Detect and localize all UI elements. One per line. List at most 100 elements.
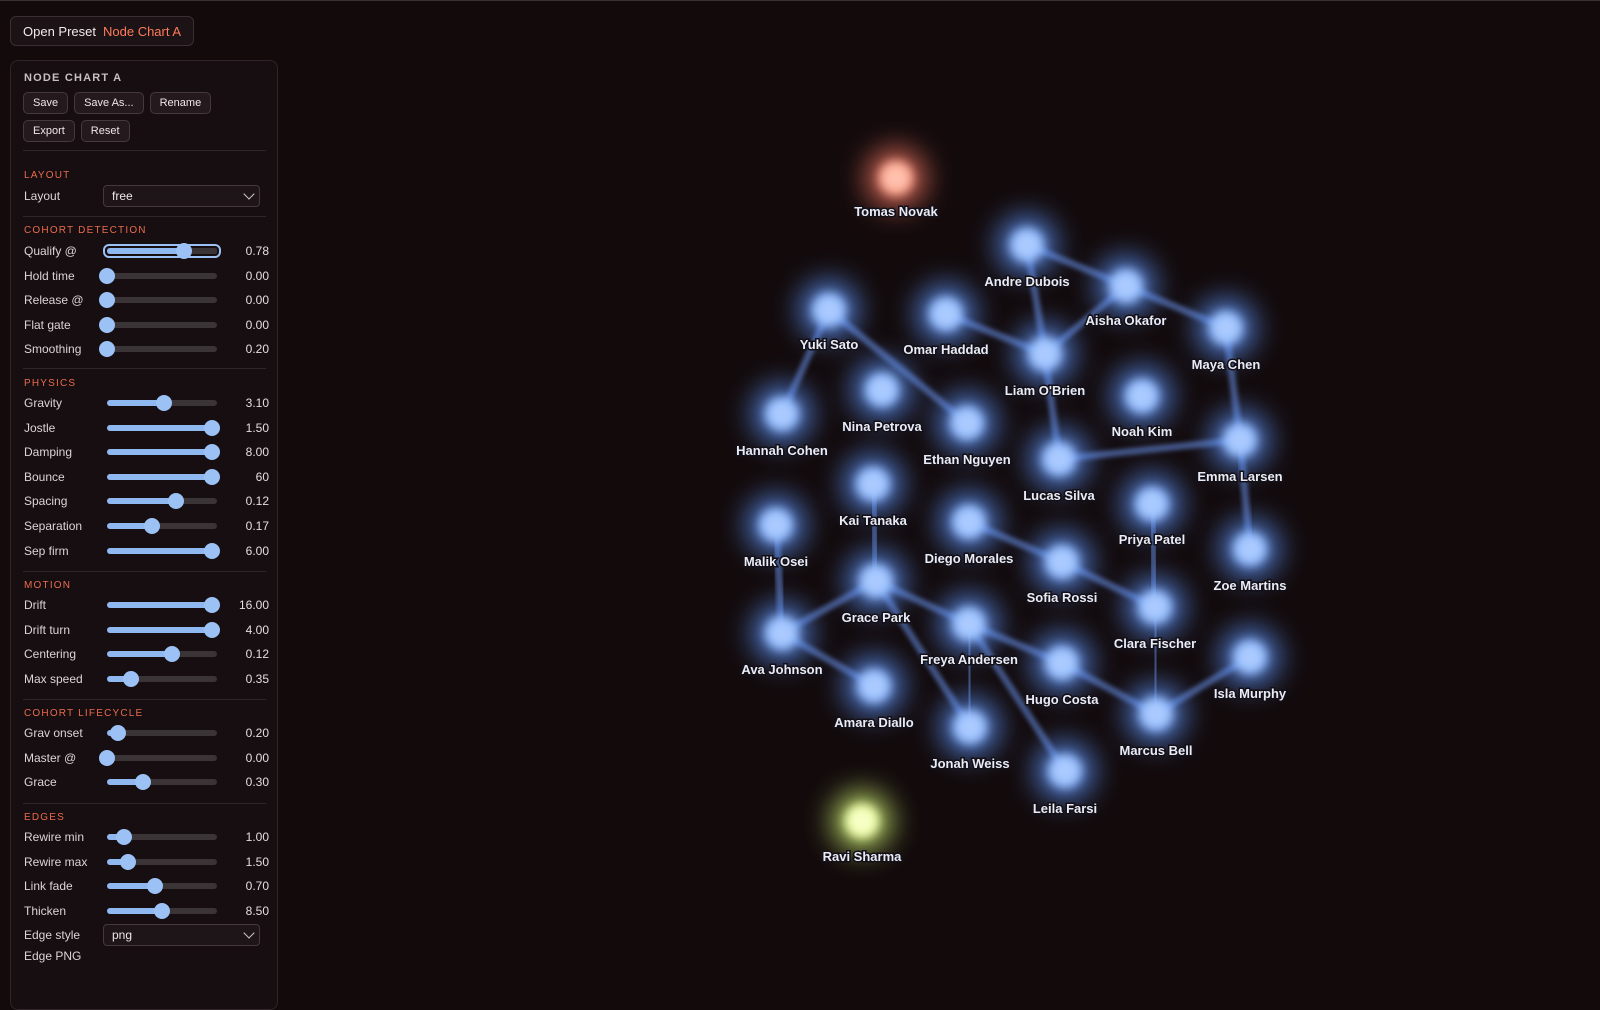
- node-liam-o-brien[interactable]: [1015, 324, 1075, 384]
- slider-handle[interactable]: [156, 395, 173, 411]
- slider-handle[interactable]: [123, 670, 140, 687]
- gravity-slider[interactable]: [107, 395, 217, 411]
- slider-handle[interactable]: [176, 243, 192, 259]
- node-label: Priya Patel: [1119, 532, 1186, 547]
- node-jonah-weiss[interactable]: [940, 697, 1000, 757]
- hold-time-slider[interactable]: [99, 267, 217, 284]
- rewire-min-label: Rewire min: [24, 830, 85, 844]
- slider-handle[interactable]: [168, 493, 185, 510]
- node-priya-patel[interactable]: [1122, 474, 1182, 534]
- slider-handle[interactable]: [99, 749, 115, 766]
- slider-handle[interactable]: [154, 902, 170, 919]
- smoothing-slider[interactable]: [99, 341, 217, 358]
- slider-fill: [107, 602, 212, 608]
- rewire-max-slider[interactable]: [107, 853, 217, 870]
- node-zoe-martins[interactable]: [1220, 519, 1280, 579]
- node-ravi-sharma[interactable]: [832, 791, 892, 851]
- slider-handle[interactable]: [110, 725, 126, 741]
- drift-slider[interactable]: [107, 597, 220, 613]
- node-andre-dubois[interactable]: [997, 215, 1057, 275]
- node-maya-chen[interactable]: [1196, 298, 1256, 358]
- node-label: Liam O'Brien: [1005, 383, 1085, 398]
- node-leila-farsi[interactable]: [1035, 741, 1095, 801]
- node-lucas-silva[interactable]: [1029, 429, 1089, 489]
- bounce-slider[interactable]: [107, 468, 220, 485]
- node-isla-murphy[interactable]: [1220, 627, 1280, 687]
- node-center: [1017, 235, 1037, 255]
- node-ava-johnson[interactable]: [752, 603, 812, 663]
- slider-handle[interactable]: [115, 829, 132, 845]
- layout-select[interactable]: free: [103, 185, 260, 207]
- grav-onset-slider[interactable]: [107, 725, 217, 741]
- master-slider[interactable]: [99, 749, 217, 766]
- release-slider[interactable]: [99, 292, 217, 309]
- spacing-slider[interactable]: [107, 493, 217, 510]
- node-omar-haddad[interactable]: [916, 284, 976, 344]
- node-label: Ravi Sharma: [823, 849, 903, 864]
- drift-turn-slider[interactable]: [107, 621, 220, 638]
- node-diego-morales[interactable]: [939, 492, 999, 552]
- slider-handle[interactable]: [99, 267, 115, 284]
- damping-slider[interactable]: [107, 444, 220, 461]
- release-label: Release @: [24, 293, 84, 308]
- slider-handle[interactable]: [203, 542, 220, 559]
- slider-handle[interactable]: [203, 597, 220, 613]
- node-label: Nina Petrova: [842, 419, 922, 434]
- link-fade-row: Link fade 0.70: [24, 876, 269, 896]
- centering-slider[interactable]: [107, 646, 217, 663]
- node-malik-osei[interactable]: [746, 495, 806, 555]
- node-label: Yuki Sato: [800, 337, 859, 352]
- node-noah-kim[interactable]: [1112, 366, 1172, 426]
- thicken-slider[interactable]: [107, 902, 217, 919]
- separation-slider[interactable]: [107, 518, 217, 534]
- node-hannah-cohen[interactable]: [752, 384, 812, 444]
- damping-value: 8.00: [245, 445, 269, 460]
- node-yuki-sato[interactable]: [799, 280, 859, 340]
- slider-handle[interactable]: [99, 316, 115, 333]
- slider-handle[interactable]: [144, 518, 161, 534]
- slider-fill: [107, 449, 212, 456]
- qualify-value: 0.78: [245, 244, 269, 258]
- sep-firm-slider[interactable]: [107, 542, 220, 559]
- rename-button[interactable]: Rename: [149, 92, 212, 114]
- node-kai-tanaka[interactable]: [843, 454, 903, 514]
- node-hugo-costa[interactable]: [1032, 633, 1092, 693]
- bounce-value: 60: [255, 469, 269, 484]
- node-grace-park[interactable]: [846, 551, 906, 611]
- node-emma-larsen[interactable]: [1210, 410, 1270, 470]
- rewire-min-slider[interactable]: [107, 829, 217, 845]
- node-sofia-rossi[interactable]: [1032, 532, 1092, 592]
- edge-style-select[interactable]: png: [103, 924, 260, 946]
- slider-handle[interactable]: [203, 444, 220, 461]
- node-clara-fischer[interactable]: [1125, 577, 1185, 637]
- slider-handle[interactable]: [163, 646, 180, 663]
- slider-handle[interactable]: [99, 341, 115, 358]
- grace-slider[interactable]: [107, 774, 217, 791]
- save-button[interactable]: Save: [23, 92, 69, 114]
- slider-handle[interactable]: [99, 292, 115, 309]
- node-freya-andersen[interactable]: [939, 594, 999, 654]
- node-nina-petrova[interactable]: [852, 360, 912, 420]
- jostle-slider[interactable]: [107, 419, 220, 436]
- link-fade-slider[interactable]: [107, 878, 217, 895]
- node-marcus-bell[interactable]: [1126, 684, 1186, 744]
- slider-handle[interactable]: [203, 468, 220, 485]
- node-ethan-nguyen[interactable]: [937, 393, 997, 453]
- slider-handle[interactable]: [135, 774, 152, 791]
- slider-handle[interactable]: [203, 621, 220, 638]
- flat-gate-slider[interactable]: [99, 316, 217, 333]
- node-aisha-okafor[interactable]: [1096, 256, 1156, 316]
- reset-button[interactable]: Reset: [80, 120, 130, 142]
- node-amara-diallo[interactable]: [844, 656, 904, 716]
- node-center: [1145, 597, 1165, 617]
- qualify-slider[interactable]: [103, 243, 221, 259]
- jostle-value: 1.50: [245, 420, 269, 435]
- slider-handle[interactable]: [147, 878, 164, 895]
- slider-handle[interactable]: [119, 853, 136, 870]
- node-tomas-novak[interactable]: [866, 148, 926, 208]
- slider-handle[interactable]: [203, 419, 220, 436]
- max-speed-slider[interactable]: [107, 670, 217, 687]
- open-preset-button[interactable]: Open Preset Node Chart A: [10, 16, 195, 46]
- export-button[interactable]: Export: [23, 120, 75, 142]
- save-as-button[interactable]: Save As...: [74, 92, 144, 114]
